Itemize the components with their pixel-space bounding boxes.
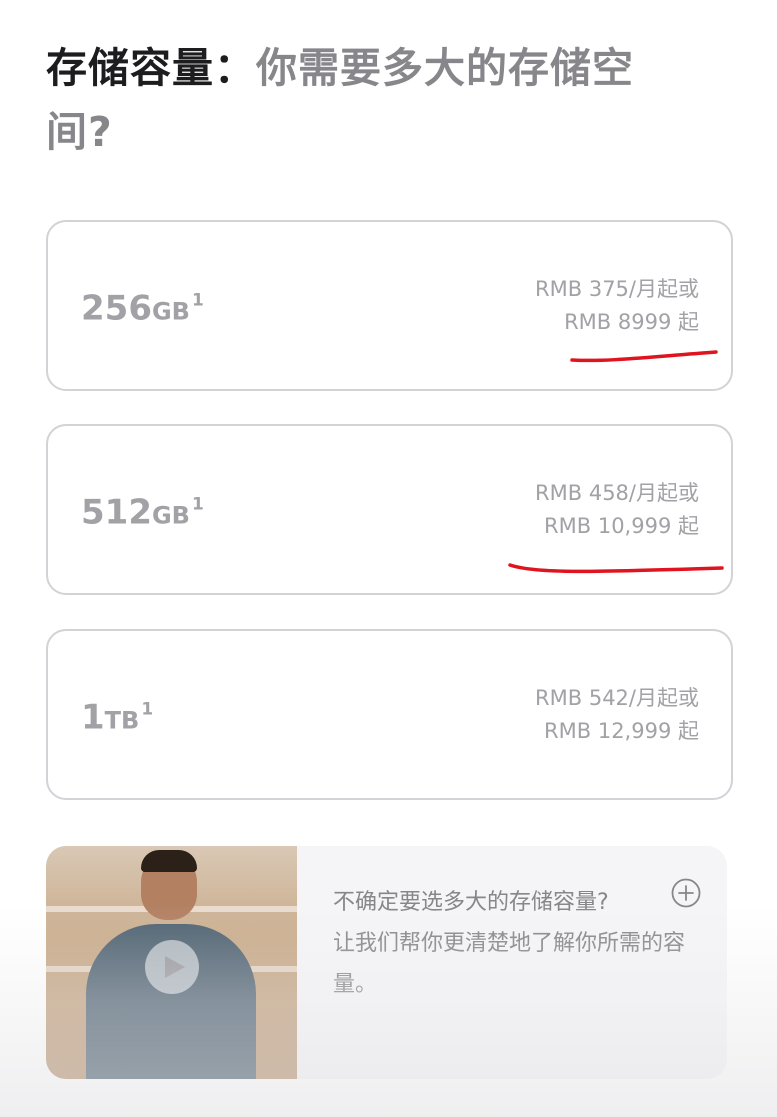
page-heading: 存储容量：你需要多大的存储空间? xyxy=(46,36,686,164)
capacity-unit: GB xyxy=(151,297,190,325)
capacity-number: 1 xyxy=(81,697,105,737)
monthly-price: RMB 542/月起或 xyxy=(535,685,699,710)
price-block: RMB 542/月起或 RMB 12,999 起 xyxy=(535,682,699,748)
capacity-unit: GB xyxy=(151,501,190,529)
capacity-label: 256GB 1 xyxy=(81,280,204,331)
footnote-marker[interactable]: 1 xyxy=(141,699,153,719)
storage-option-512gb[interactable]: 512GB 1 RMB 458/月起或 RMB 10,999 起 xyxy=(46,424,733,595)
price-block: RMB 375/月起或 RMB 8999 起 xyxy=(535,273,699,339)
storage-help-card[interactable]: 不确定要选多大的存储容量? 让我们帮你更清楚地了解你所需的容量。 xyxy=(46,846,727,1079)
video-thumbnail[interactable] xyxy=(46,846,297,1079)
heading-strong: 存储容量： xyxy=(46,44,256,92)
full-price: RMB 8999 起 xyxy=(564,309,699,334)
capacity-number: 512 xyxy=(81,492,152,532)
footnote-marker[interactable]: 1 xyxy=(192,290,204,310)
storage-option-256gb[interactable]: 256GB 1 RMB 375/月起或 RMB 8999 起 xyxy=(46,220,733,391)
capacity-number: 256 xyxy=(81,288,152,328)
help-title: 不确定要选多大的存储容量? xyxy=(333,890,609,915)
price-block: RMB 458/月起或 RMB 10,999 起 xyxy=(535,477,699,543)
help-body: 让我们帮你更清楚地了解你所需的容量。 xyxy=(333,931,686,997)
capacity-label: 512GB 1 xyxy=(81,484,204,535)
capacity-unit: TB xyxy=(104,706,140,734)
plus-circle-icon[interactable] xyxy=(671,878,701,908)
full-price: RMB 12,999 起 xyxy=(544,718,699,743)
footnote-marker[interactable]: 1 xyxy=(192,494,204,514)
monthly-price: RMB 458/月起或 xyxy=(535,480,699,505)
capacity-label: 1TB 1 xyxy=(81,689,153,740)
play-icon[interactable] xyxy=(145,940,199,994)
full-price: RMB 10,999 起 xyxy=(544,513,699,538)
help-text: 不确定要选多大的存储容量? 让我们帮你更清楚地了解你所需的容量。 xyxy=(333,882,703,1005)
storage-option-1tb[interactable]: 1TB 1 RMB 542/月起或 RMB 12,999 起 xyxy=(46,629,733,800)
monthly-price: RMB 375/月起或 xyxy=(535,276,699,301)
